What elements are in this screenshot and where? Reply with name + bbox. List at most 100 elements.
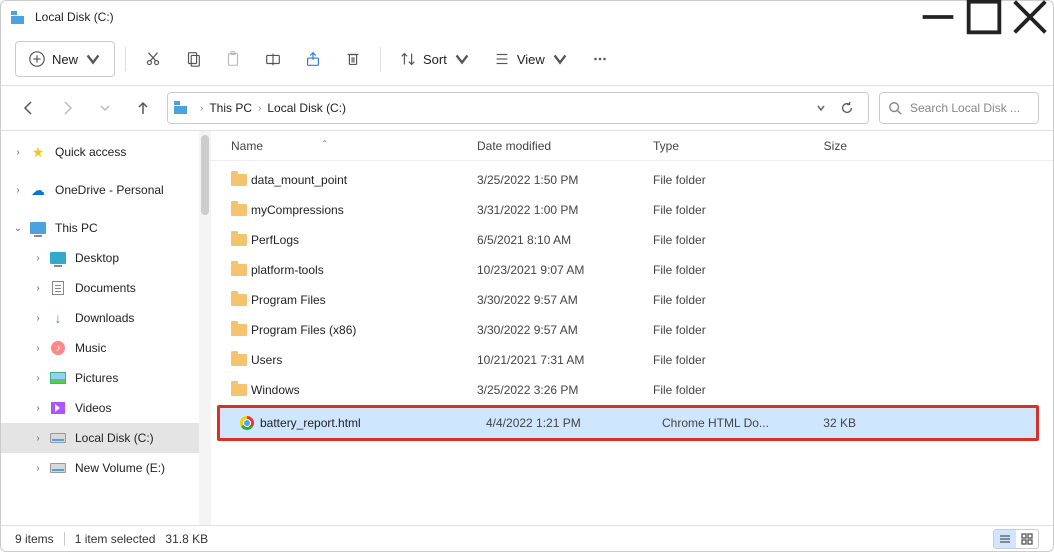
file-date: 10/23/2021 9:07 AM	[477, 263, 653, 277]
plus-circle-icon	[28, 50, 46, 68]
chevron-right-icon[interactable]: ›	[11, 147, 25, 158]
file-list-pane: Nameˆ Date modified Type Size data_mount…	[211, 131, 1053, 525]
folder-icon	[231, 354, 247, 366]
folder-icon	[231, 234, 247, 246]
chevron-right-icon[interactable]: ›	[31, 313, 45, 324]
file-row[interactable]: Windows3/25/2022 3:26 PMFile folder	[211, 375, 1053, 405]
thumbnails-view-button[interactable]	[1016, 530, 1038, 548]
folder-icon	[231, 294, 247, 306]
up-button[interactable]	[129, 94, 157, 122]
paste-button[interactable]	[216, 41, 250, 77]
drive-icon	[174, 100, 190, 116]
address-bar-row: › This PC › Local Disk (C:) Search Local…	[1, 86, 1053, 130]
sort-button[interactable]: Sort	[391, 41, 479, 77]
tree-item-documents[interactable]: ›Documents	[1, 273, 199, 303]
rename-button[interactable]	[256, 41, 290, 77]
chevron-right-icon[interactable]: ›	[31, 283, 45, 294]
file-row[interactable]: data_mount_point3/25/2022 1:50 PMFile fo…	[211, 165, 1053, 195]
file-row[interactable]: battery_report.html4/4/2022 1:21 PMChrom…	[220, 408, 1036, 438]
file-name: Program Files (x86)	[251, 323, 477, 337]
chevron-right-icon[interactable]: ›	[31, 253, 45, 264]
column-size[interactable]: Size	[777, 139, 847, 153]
chevron-down-icon[interactable]	[816, 103, 826, 113]
scrollbar-thumb[interactable]	[201, 135, 209, 215]
image-icon	[50, 372, 66, 384]
rename-icon	[264, 50, 282, 68]
column-date[interactable]: Date modified	[477, 139, 653, 153]
file-row[interactable]: myCompressions3/31/2022 1:00 PMFile fold…	[211, 195, 1053, 225]
delete-button[interactable]	[336, 41, 370, 77]
sidebar-scrollbar[interactable]	[199, 131, 211, 525]
share-icon	[304, 50, 322, 68]
tree-item-quick-access[interactable]: ›★Quick access	[1, 137, 199, 167]
refresh-icon[interactable]	[840, 101, 854, 115]
sort-label: Sort	[423, 52, 447, 67]
annotation-highlight: battery_report.html4/4/2022 1:21 PMChrom…	[217, 405, 1039, 441]
tree-item-videos[interactable]: ›Videos	[1, 393, 199, 423]
tree-item-local-disk[interactable]: ›Local Disk (C:)	[1, 423, 199, 453]
tree-item-desktop[interactable]: ›Desktop	[1, 243, 199, 273]
chevron-down-icon	[551, 50, 569, 68]
file-row[interactable]: platform-tools10/23/2021 9:07 AMFile fol…	[211, 255, 1053, 285]
file-date: 10/21/2021 7:31 AM	[477, 353, 653, 367]
file-row[interactable]: PerfLogs6/5/2021 8:10 AMFile folder	[211, 225, 1053, 255]
star-icon: ★	[32, 144, 45, 161]
more-icon	[591, 50, 609, 68]
file-name: battery_report.html	[260, 416, 486, 430]
tree-item-downloads[interactable]: ›↓Downloads	[1, 303, 199, 333]
file-name: myCompressions	[251, 203, 477, 217]
breadcrumb-item[interactable]: This PC	[209, 101, 252, 115]
forward-button[interactable]	[53, 94, 81, 122]
minimize-button[interactable]	[915, 1, 961, 33]
tree-item-new-volume[interactable]: ›New Volume (E:)	[1, 453, 199, 483]
file-date: 3/30/2022 9:57 AM	[477, 323, 653, 337]
folder-icon	[231, 204, 247, 216]
chevron-right-icon[interactable]: ›	[31, 463, 45, 474]
file-date: 4/4/2022 1:21 PM	[486, 416, 662, 430]
file-row[interactable]: Program Files (x86)3/30/2022 9:57 AMFile…	[211, 315, 1053, 345]
chevron-right-icon[interactable]: ›	[31, 343, 45, 354]
view-button[interactable]: View	[485, 41, 577, 77]
new-button[interactable]: New	[15, 41, 115, 77]
breadcrumb-item[interactable]: Local Disk (C:)	[267, 101, 346, 115]
cut-button[interactable]	[136, 41, 170, 77]
tree-item-onedrive[interactable]: ›☁OneDrive - Personal	[1, 175, 199, 205]
sort-icon	[399, 50, 417, 68]
chevron-right-icon[interactable]: ›	[31, 373, 45, 384]
recent-locations-button[interactable]	[91, 94, 119, 122]
file-name: data_mount_point	[251, 173, 477, 187]
video-icon	[51, 402, 65, 414]
file-type: File folder	[653, 353, 777, 367]
column-name[interactable]: Nameˆ	[231, 139, 477, 153]
drive-icon	[50, 463, 66, 473]
file-row[interactable]: Program Files3/30/2022 9:57 AMFile folde…	[211, 285, 1053, 315]
back-button[interactable]	[15, 94, 43, 122]
document-icon	[52, 281, 64, 295]
copy-button[interactable]	[176, 41, 210, 77]
chrome-icon	[240, 416, 254, 430]
chevron-right-icon[interactable]: ›	[31, 403, 45, 414]
tree-item-this-pc[interactable]: ⌄This PC	[1, 213, 199, 243]
nav-tree: ›★Quick access ›☁OneDrive - Personal ⌄Th…	[1, 131, 211, 525]
file-type: Chrome HTML Do...	[662, 416, 786, 430]
more-button[interactable]	[583, 41, 617, 77]
chevron-down-icon	[84, 50, 102, 68]
file-row[interactable]: Users10/21/2021 7:31 AMFile folder	[211, 345, 1053, 375]
chevron-down-icon	[453, 50, 471, 68]
maximize-button[interactable]	[961, 1, 1007, 33]
chevron-down-icon[interactable]: ⌄	[11, 223, 25, 234]
share-button[interactable]	[296, 41, 330, 77]
file-name: platform-tools	[251, 263, 477, 277]
file-date: 3/25/2022 3:26 PM	[477, 383, 653, 397]
tree-item-pictures[interactable]: ›Pictures	[1, 363, 199, 393]
close-button[interactable]	[1007, 1, 1053, 33]
breadcrumb[interactable]: › This PC › Local Disk (C:)	[167, 92, 869, 124]
chevron-right-icon[interactable]: ›	[31, 433, 45, 444]
search-input[interactable]: Search Local Disk ...	[879, 92, 1039, 124]
desktop-icon	[50, 252, 66, 264]
tree-item-music[interactable]: ›♪Music	[1, 333, 199, 363]
file-date: 3/31/2022 1:00 PM	[477, 203, 653, 217]
chevron-right-icon[interactable]: ›	[11, 185, 25, 196]
column-type[interactable]: Type	[653, 139, 777, 153]
details-view-button[interactable]	[994, 530, 1016, 548]
